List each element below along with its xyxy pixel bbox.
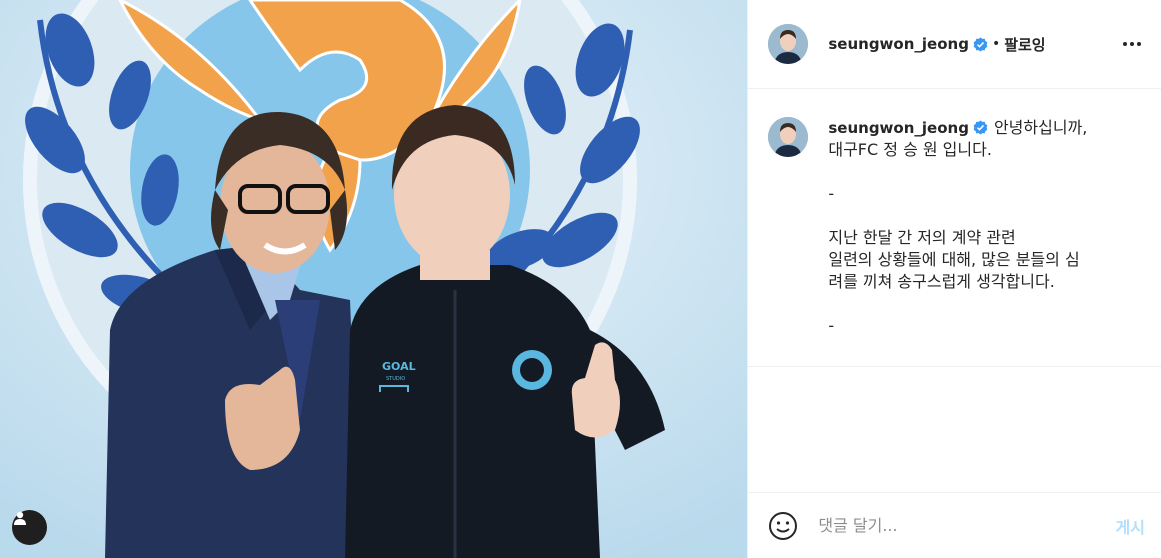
- post-actions-area: [748, 367, 1161, 493]
- verified-badge-icon: [973, 36, 988, 52]
- comment-input[interactable]: [816, 515, 1116, 536]
- jacket-logo-text: GOAL: [382, 360, 416, 373]
- post-photo[interactable]: GOAL STUDIO: [0, 0, 748, 558]
- caption-body: 안녕하십니까, 대구FC 정 승 원 입니다. - 지난 한달 간 저의 계약 …: [828, 118, 1088, 335]
- tagged-users-button[interactable]: [12, 510, 47, 545]
- verified-badge-icon: [973, 120, 988, 135]
- caption-area: seungwon_jeong 안녕하십니까, 대구FC 정 승 원 입니다. - …: [748, 89, 1161, 367]
- jacket-logo-subtext: STUDIO: [386, 376, 405, 382]
- caption-username[interactable]: seungwon_jeong: [828, 119, 969, 137]
- user-tag-icon: [14, 511, 26, 525]
- emoji-icon[interactable]: [768, 511, 798, 541]
- avatar[interactable]: [768, 24, 809, 64]
- instagram-post-view: GOAL STUDIO seungwon_jeong • 팔로잉 seungwo…: [0, 0, 1161, 558]
- following-button[interactable]: 팔로잉: [1004, 34, 1045, 55]
- caption-text-block: seungwon_jeong 안녕하십니까, 대구FC 정 승 원 입니다. - …: [828, 117, 1128, 366]
- post-comment-button[interactable]: 게시: [1116, 514, 1145, 538]
- avatar-image: [768, 24, 809, 64]
- follow-separator: •: [991, 36, 1001, 52]
- avatar-image: [768, 117, 809, 157]
- more-options-icon[interactable]: [1119, 36, 1145, 52]
- comment-bar: 게시: [748, 493, 1161, 558]
- post-header: seungwon_jeong • 팔로잉: [748, 0, 1161, 89]
- photo-illustration: GOAL STUDIO: [0, 0, 748, 558]
- caption-avatar[interactable]: [768, 117, 809, 157]
- post-author-username[interactable]: seungwon_jeong: [828, 35, 969, 53]
- post-side-panel: seungwon_jeong • 팔로잉 seungwon_jeong 안녕하십니: [747, 0, 1161, 558]
